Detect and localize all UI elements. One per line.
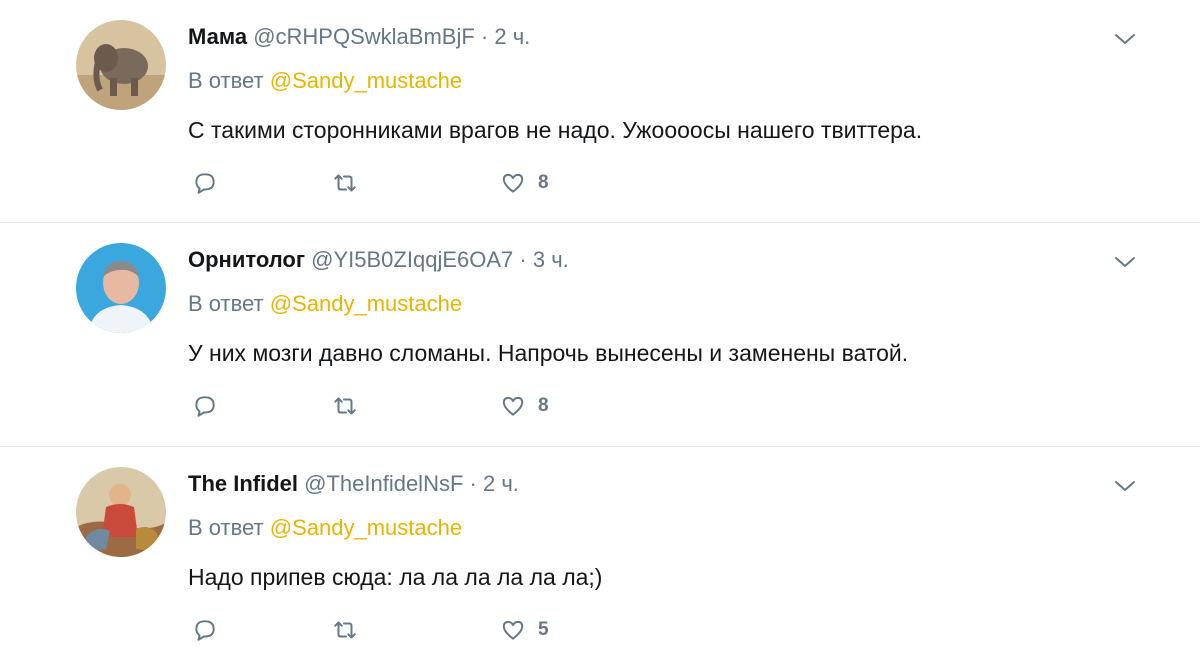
chevron-down-icon[interactable]: [1112, 477, 1138, 495]
retweet-button[interactable]: [332, 391, 358, 421]
like-count: 5: [538, 619, 549, 640]
reply-button[interactable]: [192, 391, 218, 421]
reply-mention-link[interactable]: @Sandy_mustache: [270, 68, 462, 93]
tweet-header: Мама @cRHPQSwklaBmBjF · 2 ч.: [188, 24, 530, 50]
man-portrait-avatar-icon: [76, 243, 166, 333]
like-count: 8: [538, 395, 549, 416]
tweet-text: С такими сторонниками врагов не надо. Уж…: [188, 117, 923, 143]
separator: ·: [469, 471, 477, 496]
separator: ·: [519, 247, 527, 272]
retweet-button[interactable]: [332, 615, 358, 645]
like-button[interactable]: 5: [500, 615, 549, 645]
reply-icon: [195, 620, 215, 641]
tweet[interactable]: The Infidel @TheInfidelNsF · 2 ч. В отве…: [0, 447, 1200, 661]
author-handle[interactable]: @YI5B0ZIqqjE6OA7: [311, 247, 513, 272]
avatar[interactable]: [76, 243, 166, 333]
reply-context: В ответ @Sandy_mustache: [188, 68, 462, 94]
chevron-down-icon[interactable]: [1112, 253, 1138, 271]
timestamp[interactable]: 2 ч.: [483, 471, 519, 496]
reply-feed: Мама @cRHPQSwklaBmBjF · 2 ч. В ответ @Sa…: [0, 0, 1200, 661]
reply-mention-link[interactable]: @Sandy_mustache: [270, 515, 462, 540]
heart-icon: [502, 396, 524, 416]
painting-avatar-icon: [76, 467, 166, 557]
reply-prefix: В ответ: [188, 515, 264, 540]
tweet-header: The Infidel @TheInfidelNsF · 2 ч.: [188, 471, 519, 497]
tweet-actions: 8: [188, 391, 608, 421]
reply-prefix: В ответ: [188, 68, 264, 93]
tweet-actions: 5: [188, 615, 608, 645]
tweet-actions: 8: [188, 168, 608, 198]
author-name[interactable]: Мама: [188, 24, 247, 49]
heart-icon: [502, 620, 524, 640]
timestamp[interactable]: 2 ч.: [494, 24, 530, 49]
tweet[interactable]: Орнитолог @YI5B0ZIqqjE6OA7 · 3 ч. В отве…: [0, 223, 1200, 447]
reply-mention-link[interactable]: @Sandy_mustache: [270, 291, 462, 316]
tweet-text: Надо припев сюда: ла ла ла ла ла ла;): [188, 564, 603, 590]
author-name[interactable]: Орнитолог: [188, 247, 305, 272]
elephant-avatar-icon: [76, 20, 166, 110]
like-button[interactable]: 8: [500, 168, 549, 198]
reply-icon: [195, 173, 215, 194]
author-handle[interactable]: @cRHPQSwklaBmBjF: [253, 24, 475, 49]
chevron-down-icon[interactable]: [1112, 30, 1138, 48]
avatar[interactable]: [76, 467, 166, 557]
avatar[interactable]: [76, 20, 166, 110]
tweet-text: У них мозги давно сломаны. Напрочь вынес…: [188, 340, 909, 366]
reply-context: В ответ @Sandy_mustache: [188, 515, 462, 541]
author-name[interactable]: The Infidel: [188, 471, 298, 496]
retweet-button[interactable]: [332, 168, 358, 198]
separator: ·: [480, 24, 489, 49]
author-handle[interactable]: @TheInfidelNsF: [304, 471, 463, 496]
like-count: 8: [538, 172, 549, 193]
tweet-header: Орнитолог @YI5B0ZIqqjE6OA7 · 3 ч.: [188, 247, 569, 273]
reply-button[interactable]: [192, 615, 218, 645]
reply-button[interactable]: [192, 168, 218, 198]
reply-icon: [195, 396, 215, 417]
timestamp[interactable]: 3 ч.: [533, 247, 569, 272]
retweet-icon: [334, 174, 356, 192]
reply-prefix: В ответ: [188, 291, 264, 316]
retweet-icon: [334, 621, 356, 639]
tweet[interactable]: Мама @cRHPQSwklaBmBjF · 2 ч. В ответ @Sa…: [0, 0, 1200, 223]
heart-icon: [502, 173, 524, 193]
reply-context: В ответ @Sandy_mustache: [188, 291, 462, 317]
like-button[interactable]: 8: [500, 391, 549, 421]
retweet-icon: [334, 397, 356, 415]
